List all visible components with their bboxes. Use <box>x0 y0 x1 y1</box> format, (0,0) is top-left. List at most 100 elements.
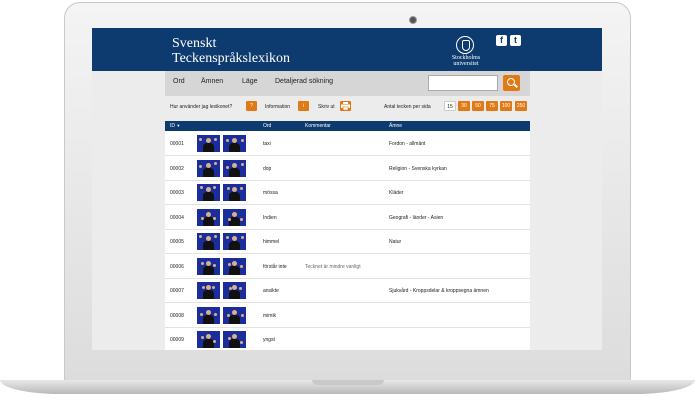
sign-video-thumbnail[interactable] <box>197 233 220 250</box>
sign-video-thumbnail[interactable] <box>223 208 246 226</box>
cell-ord: dop <box>263 165 272 172</box>
table-row[interactable]: 00008 mimik <box>165 304 530 328</box>
search-button[interactable] <box>503 75 520 91</box>
signer-hand <box>241 139 244 142</box>
signer-body <box>203 192 214 201</box>
signer-head <box>232 260 237 266</box>
sort-desc-icon: ▼ <box>176 123 181 128</box>
signer-hand <box>226 139 229 142</box>
laptop-notch <box>312 380 384 385</box>
site-title[interactable]: Svenskt Teckenspråkslexikon <box>172 36 290 66</box>
page-size-250[interactable]: 250 <box>515 101 527 111</box>
sign-video-thumbnail[interactable] <box>197 306 220 324</box>
search-icon-handle <box>514 83 518 88</box>
signer-hand <box>213 216 216 220</box>
page-size-label: Antal tecken per sida <box>384 104 431 110</box>
table-row[interactable]: 00006 förstår inte Tecknet är mindre vanli… <box>165 255 530 279</box>
sign-video-thumbnail[interactable] <box>223 135 246 152</box>
table-header: ID ▼ Ord Kommentar Ämne <box>165 121 530 131</box>
signer-body <box>203 265 214 275</box>
signer-hand <box>200 186 203 189</box>
table-row[interactable]: 00003 mössa Kläder <box>165 181 530 205</box>
signer-hand <box>226 236 229 239</box>
signer-body <box>203 314 214 324</box>
university-seal-icon[interactable] <box>456 36 474 54</box>
table-row[interactable]: 00001 taxi Fordon - allmänt <box>165 132 530 156</box>
university-logo-text: Stockholms universitet <box>446 55 486 67</box>
table-row[interactable]: 00004 Indien Geografi - länder - Asien <box>165 206 530 230</box>
site-title-line1: Svenskt <box>172 36 217 51</box>
sign-video-thumbnail[interactable] <box>197 282 220 299</box>
page-size-30[interactable]: 30 <box>458 101 470 111</box>
signer-body <box>203 167 214 177</box>
signer-hand <box>214 312 217 316</box>
table-row[interactable]: 00007 ansikte Sjukvård - Kroppsdelar & kro… <box>165 279 530 303</box>
info-button[interactable]: i <box>298 101 309 111</box>
nav-item-lage[interactable]: Läge <box>242 78 258 85</box>
cell-amne: Kläder <box>389 190 404 196</box>
signer-body <box>229 339 240 348</box>
cell-ord: taxi <box>263 141 271 147</box>
sign-video-thumbnail[interactable] <box>223 159 246 177</box>
signer-head <box>206 260 211 266</box>
signer-body <box>229 192 240 201</box>
signer-hand <box>241 162 244 166</box>
signer-head <box>206 187 211 192</box>
sign-video-thumbnail[interactable] <box>223 233 246 250</box>
signer-hand <box>228 262 231 266</box>
sign-video-thumbnail[interactable] <box>223 184 246 201</box>
sign-video-thumbnail[interactable] <box>223 331 246 348</box>
column-header-kommentar[interactable]: Kommentar <box>305 123 331 129</box>
sign-video-thumbnail[interactable] <box>223 257 246 275</box>
print-button[interactable] <box>340 101 351 111</box>
nav-item-amnen[interactable]: Ämnen <box>201 78 223 85</box>
sign-video-thumbnail[interactable] <box>223 306 246 324</box>
nav-item-ord[interactable]: Ord <box>173 78 185 85</box>
camera-icon <box>409 16 417 24</box>
sign-video-thumbnail[interactable] <box>223 282 246 299</box>
sign-video-thumbnail[interactable] <box>197 257 220 275</box>
help-label: Hur använder jag lexikonet? <box>170 104 233 110</box>
table-row[interactable]: 00005 himmel Natur <box>165 230 530 254</box>
page-size-15[interactable]: 15 <box>444 101 456 111</box>
column-header-amne[interactable]: Ämne <box>389 123 402 129</box>
page-size-100[interactable]: 100 <box>500 101 512 111</box>
signer-hand <box>241 236 244 239</box>
table-row[interactable]: 00002 dop Religion - Svenska kyrkan <box>165 157 530 181</box>
nav-item-detaljerad-sokning[interactable]: Detaljerad sökning <box>275 78 333 85</box>
signer-head <box>206 211 211 217</box>
signer-hand <box>199 138 202 141</box>
sign-video-thumbnail[interactable] <box>197 184 220 201</box>
signer-body <box>229 290 240 299</box>
signer-body <box>229 265 240 275</box>
cell-ord: mimik <box>263 312 277 319</box>
sign-video-thumbnail[interactable] <box>197 135 220 152</box>
page-size-75[interactable]: 75 <box>486 101 498 111</box>
signer-hand <box>213 263 216 267</box>
twitter-icon[interactable]: t <box>510 35 521 46</box>
cell-ord: yngst <box>263 337 275 343</box>
search-input[interactable] <box>428 75 498 91</box>
sign-video-thumbnail[interactable] <box>197 159 220 177</box>
signer-hand <box>199 164 202 168</box>
page-size-50[interactable]: 50 <box>472 101 484 111</box>
cell-id: 00003 <box>170 190 184 196</box>
column-header-id[interactable]: ID ▼ <box>170 123 180 129</box>
signer-hand <box>214 138 217 141</box>
signer-body <box>229 143 240 152</box>
signer-head <box>232 211 237 217</box>
sign-video-thumbnail[interactable] <box>197 331 220 348</box>
table-row[interactable]: 00009 yngst <box>165 328 530 350</box>
signer-head <box>206 138 211 143</box>
signer-hand <box>240 187 243 190</box>
signer-head <box>232 138 237 143</box>
help-button[interactable]: ? <box>246 101 257 111</box>
cell-id: 00009 <box>170 337 184 343</box>
signer-hand <box>202 286 205 289</box>
column-header-ord[interactable]: Ord <box>263 123 271 129</box>
signer-hand <box>228 337 231 340</box>
printer-icon <box>341 102 350 111</box>
sign-video-thumbnail[interactable] <box>197 208 220 226</box>
signer-body <box>229 314 240 324</box>
facebook-icon[interactable]: f <box>496 35 507 46</box>
